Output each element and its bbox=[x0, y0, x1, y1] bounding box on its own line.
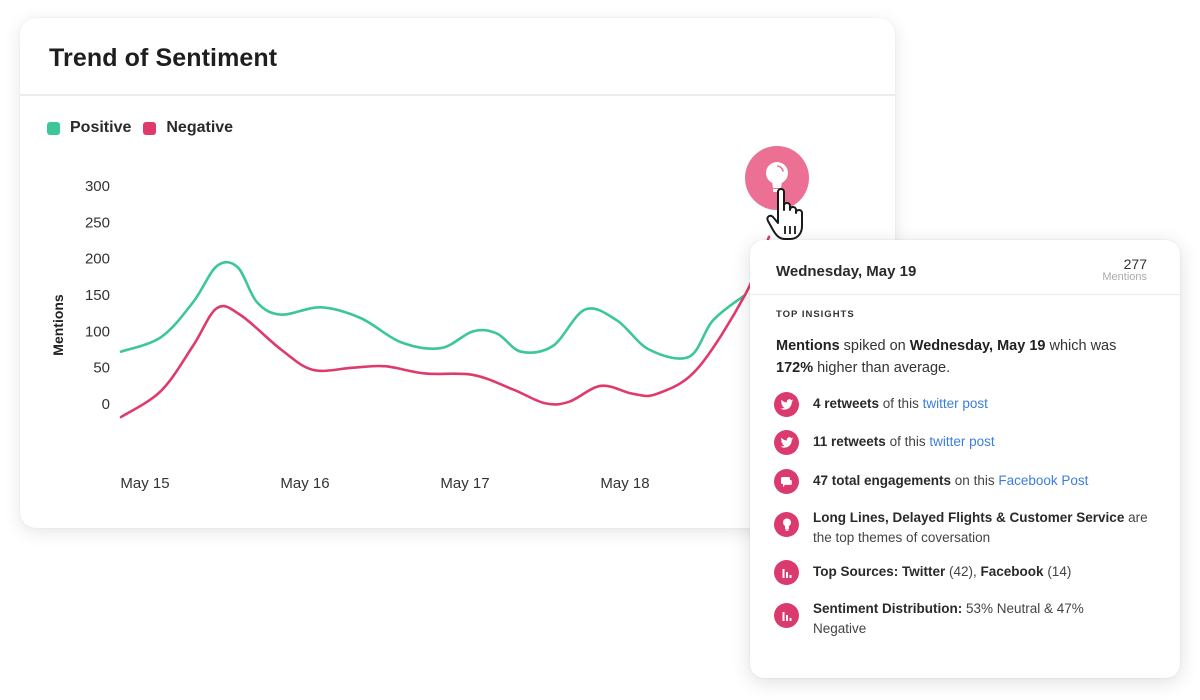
insight-item: Sentiment Distribution: 53% Neutral & 47… bbox=[774, 597, 1164, 638]
insight-2-bold: 11 retweets bbox=[813, 434, 886, 449]
insight-6-bold: Sentiment Distribution: bbox=[813, 601, 963, 616]
insight-4-bold: Long Lines, Delayed Flights & Customer S… bbox=[813, 510, 1125, 525]
summary-text-4: which was bbox=[1045, 338, 1117, 354]
legend-label-positive: Positive bbox=[70, 119, 132, 136]
popup-header: Wednesday, May 19 277 Mentions bbox=[750, 240, 1180, 295]
mentions-count-label: Mentions bbox=[1102, 271, 1147, 283]
insights-popup: Wednesday, May 19 277 Mentions TOP INSIG… bbox=[750, 240, 1180, 678]
twitter-post-link[interactable]: twitter post bbox=[923, 396, 988, 411]
insight-2-text: of this bbox=[885, 434, 930, 449]
legend-item-positive[interactable]: Positive bbox=[47, 119, 131, 137]
summary-bold-5: 172% bbox=[776, 360, 814, 376]
legend-swatch-negative bbox=[143, 121, 157, 135]
insight-1-bold: 4 retweets bbox=[813, 396, 880, 411]
insight-summary: Mentions spiked on Wednesday, May 19 whi… bbox=[776, 335, 1156, 379]
lightbulb-icon bbox=[774, 512, 799, 537]
summary-bold-3: Wednesday, May 19 bbox=[909, 338, 1046, 354]
legend-swatch-positive bbox=[47, 121, 60, 135]
mentions-count: 277 Mentions bbox=[1102, 256, 1147, 283]
card-header: Trend of Sentiment bbox=[20, 18, 895, 96]
insight-item: 4 retweets of this twitter post bbox=[774, 392, 1164, 417]
top-insights-heading: TOP INSIGHTS bbox=[776, 309, 855, 320]
card-title: Trend of Sentiment bbox=[49, 44, 278, 72]
hand-pointer-cursor-icon bbox=[766, 188, 803, 240]
insight-5-text: (42), bbox=[945, 564, 981, 579]
twitter-post-link[interactable]: twitter post bbox=[929, 434, 994, 449]
facebook-post-link[interactable]: Facebook Post bbox=[998, 473, 1088, 488]
insight-item: Top Sources: Twitter (42), Facebook (14) bbox=[774, 560, 1164, 585]
summary-bold-1: Mentions bbox=[776, 338, 840, 354]
twitter-icon bbox=[774, 392, 799, 417]
summary-text-6: higher than average. bbox=[813, 360, 951, 376]
comment-icon bbox=[774, 469, 799, 494]
bar-chart-icon bbox=[774, 603, 799, 628]
bar-chart-icon bbox=[774, 560, 799, 585]
insight-3-bold: 47 total engagements bbox=[813, 473, 952, 488]
insight-1-text: of this bbox=[879, 396, 923, 411]
legend-item-negative[interactable]: Negative bbox=[143, 119, 233, 137]
popup-date: Wednesday, May 19 bbox=[776, 263, 917, 280]
mentions-count-value: 277 bbox=[1123, 256, 1147, 272]
insight-3-text: on this bbox=[951, 473, 999, 488]
insight-item: 11 retweets of this twitter post bbox=[774, 430, 1164, 455]
insight-5-bold-2: Facebook bbox=[980, 564, 1044, 579]
insight-item: Long Lines, Delayed Flights & Customer S… bbox=[774, 506, 1164, 547]
insight-item: 47 total engagements on this Facebook Po… bbox=[774, 469, 1164, 494]
twitter-icon bbox=[774, 430, 799, 455]
chart-legend: Positive Negative bbox=[47, 119, 245, 137]
insight-5-bold: Top Sources: Twitter bbox=[813, 564, 946, 579]
summary-text-2: spiked on bbox=[839, 338, 910, 354]
insight-5-text-2: (14) bbox=[1043, 564, 1072, 579]
legend-label-negative: Negative bbox=[166, 119, 234, 136]
